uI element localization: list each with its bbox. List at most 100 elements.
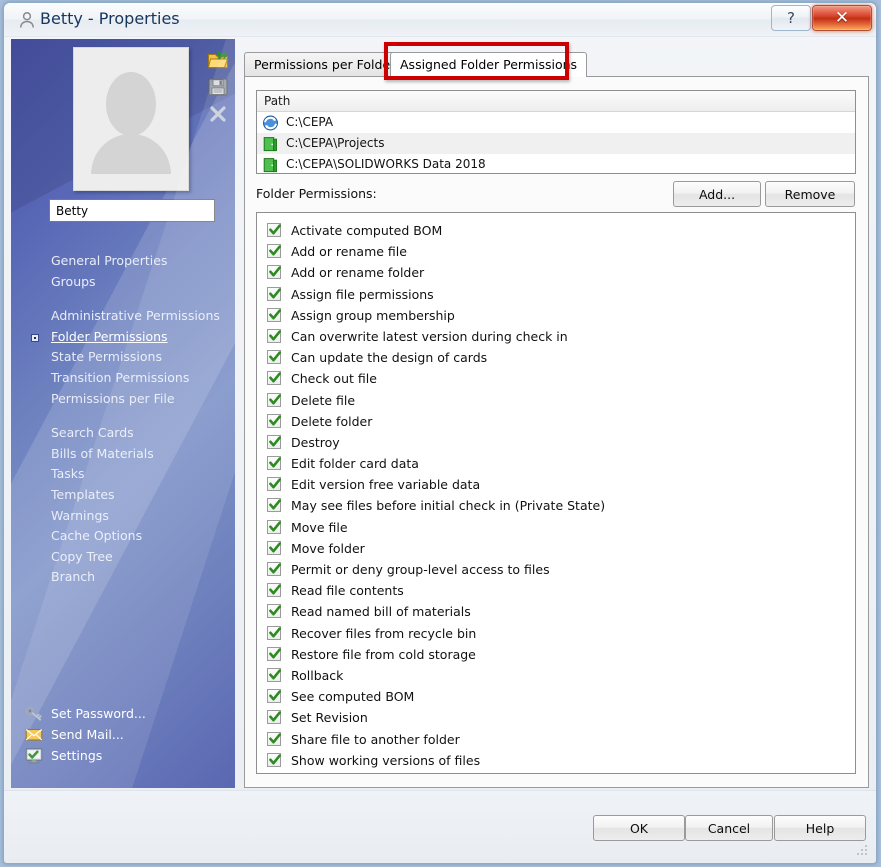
permission-row[interactable]: Edit version free variable data bbox=[265, 474, 855, 495]
path-row[interactable]: C:\CEPA\SOLIDWORKS Data 2018 bbox=[257, 154, 855, 175]
permission-checkbox[interactable] bbox=[267, 689, 281, 704]
permission-row[interactable]: Add or rename folder bbox=[265, 262, 855, 283]
permission-checkbox[interactable] bbox=[267, 350, 281, 365]
permission-checkbox[interactable] bbox=[267, 604, 281, 619]
sidebar-item-search-cards[interactable]: Search Cards bbox=[11, 423, 235, 444]
sidebar-item-branch[interactable]: Branch bbox=[11, 567, 235, 588]
add-button[interactable]: Add... bbox=[673, 181, 761, 207]
permission-row[interactable]: Read named bill of materials bbox=[265, 601, 855, 622]
remove-button[interactable]: Remove bbox=[765, 181, 855, 207]
permission-checkbox[interactable] bbox=[267, 540, 281, 555]
permission-checkbox[interactable] bbox=[267, 498, 281, 513]
path-row[interactable]: C:\CEPA\Projects bbox=[257, 133, 855, 154]
sidebar-item-administrative-permissions[interactable]: Administrative Permissions bbox=[11, 306, 235, 327]
permission-row[interactable]: Edit folder card data bbox=[265, 453, 855, 474]
sidebar-item-groups[interactable]: Groups bbox=[11, 272, 235, 293]
permission-checkbox[interactable] bbox=[267, 752, 281, 767]
sidebar-item-label: Search Cards bbox=[51, 425, 134, 441]
tab-assigned-folder-permissions[interactable]: Assigned Folder Permissions bbox=[390, 52, 588, 77]
sidebar-item-permissions-per-file[interactable]: Permissions per File bbox=[11, 389, 235, 410]
cancel-button[interactable]: Cancel bbox=[685, 815, 773, 841]
permission-row[interactable]: See computed BOM bbox=[265, 686, 855, 707]
sidebar-item-tasks[interactable]: Tasks bbox=[11, 464, 235, 485]
permission-row[interactable]: Move folder bbox=[265, 538, 855, 559]
checkmark-icon bbox=[269, 224, 281, 235]
permission-checkbox[interactable] bbox=[267, 413, 281, 428]
permission-row[interactable]: Restore file from cold storage bbox=[265, 644, 855, 665]
permission-row[interactable]: Can update the design of cards bbox=[265, 347, 855, 368]
delete-icon[interactable] bbox=[207, 103, 229, 125]
permission-row[interactable]: Add or rename file bbox=[265, 241, 855, 262]
permission-row[interactable]: Can overwrite latest version during chec… bbox=[265, 326, 855, 347]
permission-checkbox[interactable] bbox=[267, 646, 281, 661]
permission-checkbox[interactable] bbox=[267, 456, 281, 471]
permission-checkbox[interactable] bbox=[267, 286, 281, 301]
permission-row[interactable]: Read file contents bbox=[265, 580, 855, 601]
path-list[interactable]: Path C:\CEPA C:\CEPA\Projects C:\CEPA\SO… bbox=[256, 90, 856, 174]
monitor-check-icon bbox=[25, 748, 43, 764]
permission-checkbox[interactable] bbox=[267, 434, 281, 449]
sidebar-item-general-properties[interactable]: General Properties bbox=[11, 251, 235, 272]
permission-row[interactable]: Share file to another folder bbox=[265, 729, 855, 750]
save-icon[interactable] bbox=[207, 76, 229, 98]
sidebar-item-copy-tree[interactable]: Copy Tree bbox=[11, 547, 235, 568]
sidebar-item-state-permissions[interactable]: State Permissions bbox=[11, 347, 235, 368]
sidebar-item-set-password[interactable]: Set Password... bbox=[11, 703, 235, 724]
permission-checkbox[interactable] bbox=[267, 223, 281, 237]
permission-row[interactable]: Delete file bbox=[265, 390, 855, 411]
permission-row[interactable]: Set Revision bbox=[265, 707, 855, 728]
permission-checkbox[interactable] bbox=[267, 562, 281, 576]
permission-label: Can update the design of cards bbox=[291, 350, 488, 366]
path-row[interactable]: C:\CEPA bbox=[257, 112, 855, 133]
avatar[interactable] bbox=[73, 47, 189, 191]
permission-checkbox[interactable] bbox=[267, 477, 281, 492]
permission-checkbox[interactable] bbox=[267, 667, 281, 682]
permission-row[interactable]: Move file bbox=[265, 517, 855, 538]
user-name-input[interactable] bbox=[49, 199, 215, 222]
tab-permissions-per-folder[interactable]: Permissions per Folder bbox=[244, 52, 406, 77]
permission-row[interactable]: Activate computed BOM bbox=[265, 220, 855, 241]
permission-row[interactable]: Permit or deny group-level access to fil… bbox=[265, 559, 855, 580]
checkmark-icon bbox=[269, 669, 281, 680]
sidebar-item-transition-permissions[interactable]: Transition Permissions bbox=[11, 368, 235, 389]
permission-checkbox[interactable] bbox=[267, 328, 281, 343]
permission-checkbox[interactable] bbox=[267, 583, 281, 598]
sidebar-item-bills-of-materials[interactable]: Bills of Materials bbox=[11, 444, 235, 465]
permission-label: Rollback bbox=[291, 667, 344, 683]
permission-row[interactable]: Assign file permissions bbox=[265, 284, 855, 305]
permission-checkbox[interactable] bbox=[267, 371, 281, 386]
sidebar-item-folder-permissions[interactable]: Folder Permissions bbox=[11, 327, 235, 348]
permission-row[interactable]: Delete folder bbox=[265, 411, 855, 432]
permission-checkbox[interactable] bbox=[267, 265, 281, 280]
open-folder-icon[interactable] bbox=[207, 49, 229, 71]
permission-row[interactable]: Rollback bbox=[265, 665, 855, 686]
permissions-list[interactable]: Activate computed BOM Add or rename file A… bbox=[256, 212, 856, 774]
permission-row[interactable]: Destroy bbox=[265, 432, 855, 453]
sidebar-item-cache-options[interactable]: Cache Options bbox=[11, 526, 235, 547]
sidebar-item-send-mail[interactable]: Send Mail... bbox=[11, 724, 235, 745]
permission-checkbox[interactable] bbox=[267, 710, 281, 725]
sidebar-item-warnings[interactable]: Warnings bbox=[11, 506, 235, 527]
permission-checkbox[interactable] bbox=[267, 625, 281, 640]
checkmark-icon bbox=[269, 605, 281, 616]
close-button[interactable]: ✕ bbox=[812, 5, 872, 31]
ok-button[interactable]: OK bbox=[593, 815, 685, 841]
checkmark-icon bbox=[269, 351, 281, 362]
permission-checkbox[interactable] bbox=[267, 392, 281, 407]
permission-checkbox[interactable] bbox=[267, 307, 281, 322]
permission-row[interactable]: Check out file bbox=[265, 368, 855, 389]
permission-checkbox[interactable] bbox=[267, 244, 281, 259]
permission-row[interactable]: Assign group membership bbox=[265, 305, 855, 326]
permission-row[interactable]: May see files before initial check in (P… bbox=[265, 495, 855, 516]
sidebar-item-label: Permissions per File bbox=[51, 390, 175, 406]
resize-grip-icon[interactable] bbox=[856, 844, 869, 857]
permission-checkbox[interactable] bbox=[267, 731, 281, 746]
permission-row[interactable]: Show working versions of files bbox=[265, 750, 855, 771]
help-button[interactable]: Help bbox=[774, 815, 866, 841]
help-caption-button[interactable]: ? bbox=[771, 5, 811, 31]
permission-row[interactable]: Recover files from recycle bin bbox=[265, 623, 855, 644]
sidebar-item-settings[interactable]: Settings bbox=[11, 745, 235, 766]
permission-checkbox[interactable] bbox=[267, 519, 281, 534]
sidebar-item-templates[interactable]: Templates bbox=[11, 485, 235, 506]
permission-label: Can overwrite latest version during chec… bbox=[291, 328, 568, 344]
